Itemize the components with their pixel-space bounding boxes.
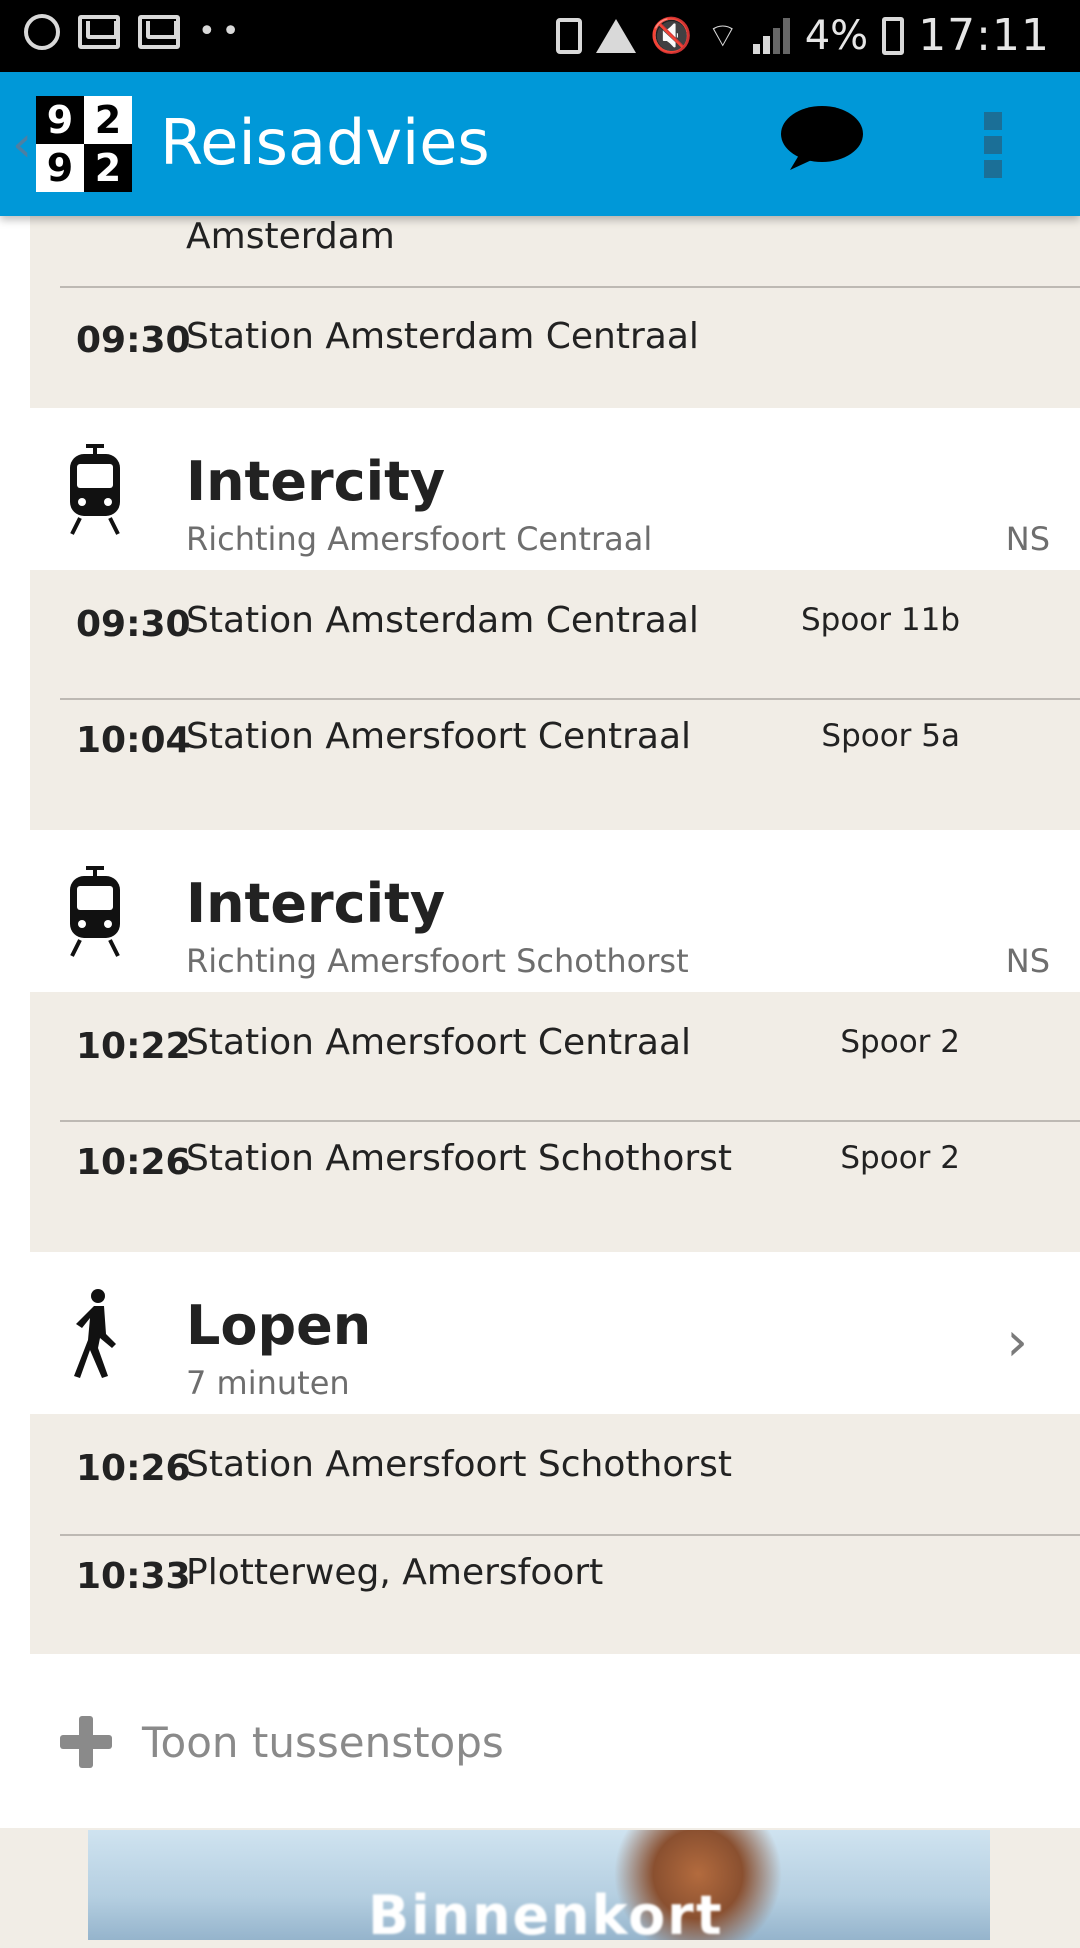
logo-digit: 2 (84, 96, 132, 144)
leg-title: Intercity (186, 450, 446, 513)
stop-time: 10:04 (76, 720, 191, 761)
plus-icon (60, 1716, 112, 1768)
toon-tussenstops-button[interactable]: Toon tussenstops (60, 1716, 504, 1768)
gmail-icon (78, 15, 120, 49)
route-details: Amsterdam 09:30 Station Amsterdam Centra… (0, 216, 1080, 1948)
logo-digit: 9 (36, 96, 84, 144)
stop-platform: Spoor 2 (840, 1140, 960, 1176)
tram-icon (70, 866, 120, 957)
leg-direction: Richting Amersfoort Schothorst (186, 942, 689, 980)
battery-percent: 4% (804, 12, 869, 59)
weather-icon (24, 14, 60, 50)
warning-icon (596, 18, 637, 53)
stop-station: Station Amsterdam Centraal (186, 316, 699, 357)
stop-row[interactable]: 10:22 Station Amersfoort Centraal Spoor … (30, 992, 1080, 1108)
stop-station: Station Amsterdam Centraal (186, 600, 699, 641)
stop-time: 10:33 (76, 1556, 191, 1597)
stop-time: 10:22 (76, 1026, 191, 1067)
logo-digit: 9 (36, 144, 84, 192)
partial-stop-text: Amsterdam (186, 216, 395, 257)
clock: 17:11 (918, 10, 1050, 61)
recycle-icon (556, 17, 583, 54)
stop-group: 09:30 Station Amsterdam Centraal Spoor 1… (30, 570, 1080, 830)
leg-duration: 7 minuten (186, 1364, 350, 1402)
wifi-icon: ⌔ (706, 15, 739, 56)
leg-title: Lopen (186, 1294, 372, 1357)
logo-digit: 2 (84, 144, 132, 192)
stop-time: 09:30 (76, 320, 191, 361)
stop-station: Station Amersfoort Schothorst (186, 1138, 733, 1179)
mute-icon: 🔇 (650, 15, 693, 56)
chevron-right-icon[interactable]: › (1006, 1310, 1028, 1373)
leg-operator: NS (1005, 520, 1050, 558)
stop-platform: Spoor 11b (800, 602, 960, 638)
stop-time: 10:26 (76, 1448, 191, 1489)
stop-row[interactable]: 10:33 Plotterweg, Amersfoort (30, 1522, 1080, 1638)
banner-text: Binnenkort (368, 1884, 724, 1940)
stop-group: Amsterdam 09:30 Station Amsterdam Centra… (30, 216, 1080, 408)
leg-direction: Richting Amersfoort Centraal (186, 520, 653, 558)
stop-group: 10:22 Station Amersfoort Centraal Spoor … (30, 992, 1080, 1252)
leg-operator: NS (1005, 942, 1050, 980)
stop-station: Station Amersfoort Centraal (186, 716, 692, 757)
stop-row[interactable]: 09:30 Station Amsterdam Centraal Spoor 1… (30, 570, 1080, 686)
gmail-icon (138, 15, 180, 49)
page-title: Reisadvies (160, 106, 490, 179)
chat-icon[interactable] (780, 104, 864, 174)
logo-9292[interactable]: 9 2 9 2 (36, 96, 132, 192)
toon-tussenstops-label: Toon tussenstops (142, 1717, 504, 1767)
more-notifications-icon: •• (198, 14, 246, 49)
tram-icon (70, 444, 120, 535)
promo-banner[interactable]: Binnenkort (88, 1830, 990, 1940)
stop-row[interactable]: 10:26 Station Amersfoort Schothorst (30, 1414, 1080, 1530)
signal-icon (752, 17, 791, 54)
stop-platform: Spoor 5a (821, 718, 960, 754)
stop-row[interactable]: 10:26 Station Amersfoort Schothorst Spoo… (30, 1108, 1080, 1224)
walking-icon (74, 1289, 116, 1378)
stop-row[interactable]: 10:04 Station Amersfoort Centraal Spoor … (30, 686, 1080, 802)
leg-title: Intercity (186, 872, 446, 935)
leg-header[interactable]: Intercity Richting Amersfoort Schothorst… (0, 830, 1080, 992)
status-bar: •• 🔇 ⌔ 4% 17:11 (0, 0, 1080, 72)
stop-time: 10:26 (76, 1142, 191, 1183)
leg-header[interactable]: Intercity Richting Amersfoort Centraal N… (0, 408, 1080, 570)
stop-time: 09:30 (76, 604, 191, 645)
stop-group: 10:26 Station Amersfoort Schothorst 10:3… (30, 1414, 1080, 1654)
stop-station: Station Amersfoort Centraal (186, 1022, 692, 1063)
leg-header[interactable]: Lopen 7 minuten › (0, 1252, 1080, 1414)
battery-icon (882, 16, 905, 55)
stop-platform: Spoor 2 (840, 1024, 960, 1060)
overflow-menu-icon[interactable] (984, 112, 1006, 178)
stop-station: Plotterweg, Amersfoort (186, 1552, 604, 1593)
stop-row[interactable]: 09:30 Station Amsterdam Centraal (30, 286, 1080, 402)
back-chevron-icon[interactable]: ‹ (12, 116, 32, 172)
app-bar: ‹ 9 2 9 2 Reisadvies (0, 72, 1080, 216)
stop-station: Station Amersfoort Schothorst (186, 1444, 733, 1485)
